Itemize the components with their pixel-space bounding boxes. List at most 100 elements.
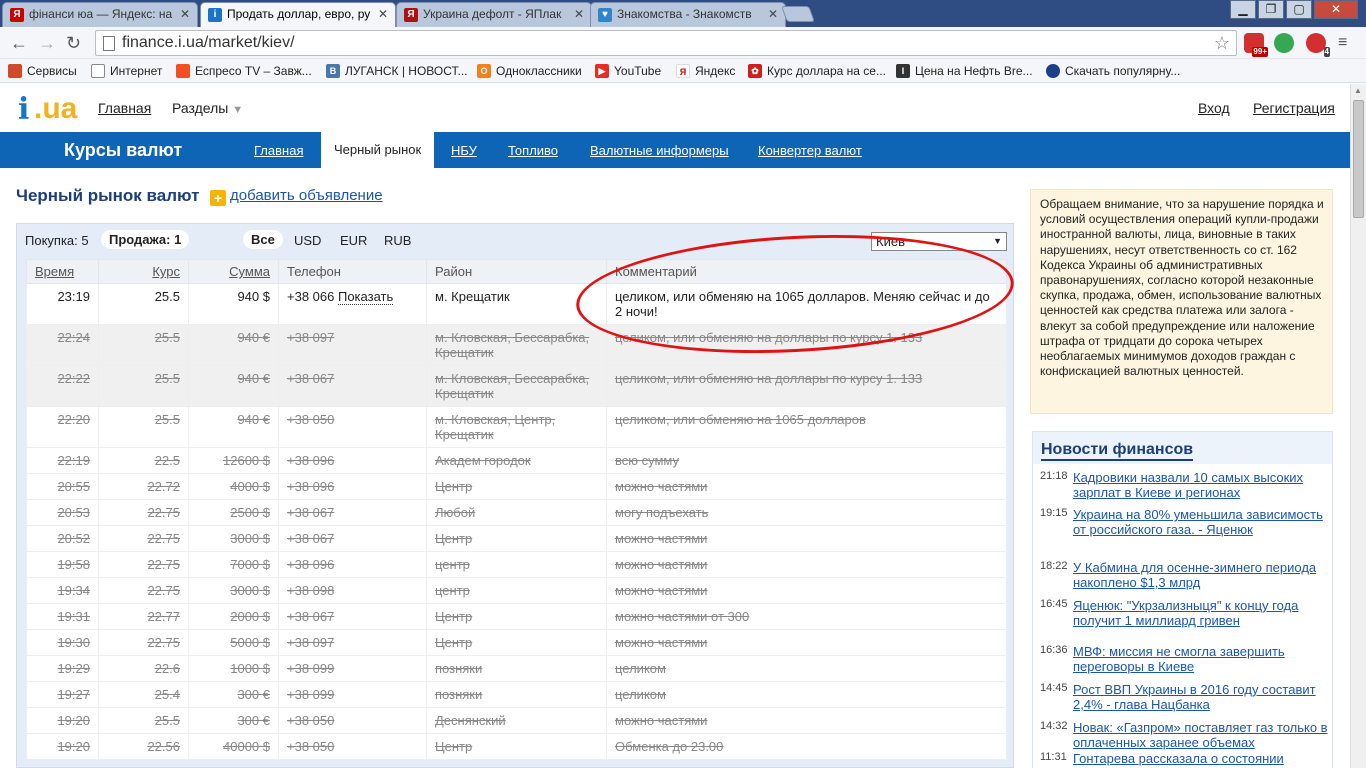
tab-title: Знакомства - Знакомств bbox=[617, 7, 752, 21]
extension-mail-icon[interactable]: 99+ bbox=[1244, 33, 1268, 57]
back-icon[interactable]: ← bbox=[10, 33, 28, 53]
currency-filter-all[interactable]: Все bbox=[243, 230, 283, 249]
scrollbar-thumb[interactable] bbox=[1353, 100, 1364, 218]
add-ad-link[interactable]: добавить объявление bbox=[230, 187, 383, 204]
bookmark-item[interactable]: Я Яндекс bbox=[676, 63, 735, 79]
table-row[interactable]: 20:53 22.75 2500 $ +38 067 Любой могу подъеха… bbox=[26, 499, 1007, 526]
cell-time: 23:19 bbox=[26, 283, 99, 325]
maximize-icon[interactable]: ▢ bbox=[1286, 0, 1312, 19]
tab-fuel[interactable]: Топливо bbox=[508, 143, 558, 158]
nav-main-link[interactable]: Главная bbox=[98, 100, 151, 116]
table-row[interactable]: 22:19 22.5 12600 $ +38 096 Академ городок всю… bbox=[26, 447, 1007, 474]
table-row[interactable]: 19:58 22.75 7000 $ +38 096 центр можно частям… bbox=[26, 551, 1007, 578]
news-link[interactable]: Кадровики назвали 10 самых высоких зарпл… bbox=[1073, 470, 1331, 500]
bookmark-label: ЛУГАНСК | НОВОСТ... bbox=[345, 64, 468, 78]
table-row[interactable]: 22:22 25.5 940 € +38 067 м. Кловская, Бессар… bbox=[26, 365, 1007, 407]
table-row[interactable]: 19:20 25.5 300 € +38 050 Деснянский можно час… bbox=[26, 707, 1007, 734]
tab-informers[interactable]: Валютные информеры bbox=[590, 143, 729, 158]
tab-converter[interactable]: Конвертер валют bbox=[758, 143, 862, 158]
table-row[interactable]: 19:31 22.77 2000 $ +38 067 Центр можно частям… bbox=[26, 603, 1007, 630]
site-logo[interactable]: i .ua bbox=[18, 92, 78, 128]
bookmark-star-icon[interactable]: ☆ bbox=[1214, 31, 1230, 55]
register-link[interactable]: Регистрация bbox=[1253, 100, 1335, 116]
bookmark-item[interactable]: Сервисы bbox=[8, 63, 77, 79]
table-row[interactable]: 20:52 22.75 3000 $ +38 067 Центр можно частям… bbox=[26, 525, 1007, 552]
browser-tab-4[interactable]: ♥ Знакомства - Знакомств ✕ bbox=[590, 2, 786, 27]
news-link[interactable]: Новак: «Газпром» поставляет газ только в… bbox=[1073, 720, 1331, 750]
browser-toolbar: ← → ↻ finance.i.ua/market/kiev/ ☆ 99+ 4 … bbox=[0, 27, 1366, 59]
bookmark-item[interactable]: B ЛУГАНСК | НОВОСТ... bbox=[326, 63, 468, 79]
table-row[interactable]: 19:34 22.75 3000 $ +38 098 центр можно частям… bbox=[26, 577, 1007, 604]
column-header-rate[interactable]: Курс bbox=[98, 259, 189, 284]
news-link[interactable]: Яценюк: "Укрзализныця" к концу года полу… bbox=[1073, 598, 1331, 628]
city-select[interactable]: Киев ▼ bbox=[871, 232, 1007, 251]
browser-tab-strip: Я фінанси юа — Яндекс: на ✕ i Продать до… bbox=[0, 0, 1366, 27]
cell-comment: можно частями bbox=[606, 473, 1007, 500]
cell-time: 22:22 bbox=[26, 365, 99, 407]
menu-icon[interactable]: ≡ bbox=[1338, 33, 1347, 53]
column-header-sum[interactable]: Сумма bbox=[188, 259, 279, 284]
window-restore-icon[interactable]: ❐ bbox=[1258, 0, 1284, 19]
show-phone-link[interactable]: Показать bbox=[337, 289, 394, 305]
nav-sections-menu[interactable]: Разделы ▼ bbox=[172, 100, 243, 116]
table-row[interactable]: 23:19 25.5 940 $ +38 066 Показать м. Крещати… bbox=[26, 283, 1007, 325]
table-row[interactable]: 19:30 22.75 5000 $ +38 097 Центр можно частям… bbox=[26, 629, 1007, 656]
bookmark-item[interactable]: Интернет bbox=[91, 63, 162, 79]
browser-tab-2[interactable]: i Продать доллар, евро, ру ✕ bbox=[200, 2, 396, 27]
column-label: Время bbox=[35, 264, 75, 279]
news-link[interactable]: Гонтарева рассказала о состоянии bbox=[1073, 751, 1331, 766]
news-link[interactable]: Рост ВВП Украины в 2016 году составит 2,… bbox=[1073, 682, 1331, 712]
tab-main[interactable]: Главная bbox=[254, 143, 303, 158]
news-link[interactable]: МВФ: миссия не смогла завершить перегово… bbox=[1073, 644, 1331, 674]
currency-filter-eur[interactable]: EUR bbox=[340, 233, 367, 248]
forward-icon[interactable]: → bbox=[38, 33, 56, 53]
bookmark-item[interactable]: ▶ YouTube bbox=[595, 63, 661, 79]
news-link[interactable]: Украина на 80% уменьшила зависимость от … bbox=[1073, 507, 1331, 537]
table-row[interactable]: 19:29 22.6 1000 $ +38 099 позняки целиком bbox=[26, 655, 1007, 682]
bookmark-item[interactable]: Скачать популярну... bbox=[1046, 63, 1180, 79]
browser-tab-1[interactable]: Я фінанси юа — Яндекс: на ✕ bbox=[2, 2, 198, 27]
extension-adblock-icon[interactable]: 4 bbox=[1306, 33, 1330, 57]
close-icon[interactable]: ✕ bbox=[574, 3, 584, 26]
news-time: 16:36 bbox=[1040, 644, 1068, 656]
news-title[interactable]: Новости финансов bbox=[1041, 441, 1194, 461]
table-row[interactable]: 19:20 22.56 40000 $ +38 050 Центр Обменка до … bbox=[26, 733, 1007, 760]
reload-icon[interactable]: ↻ bbox=[66, 33, 81, 53]
close-icon[interactable]: ✕ bbox=[180, 3, 190, 26]
table-row[interactable]: 20:55 22.72 4000 $ +38 096 Центр можно частям… bbox=[26, 473, 1007, 500]
cell-value: можно частями bbox=[615, 531, 708, 546]
table-row[interactable]: 19:27 25.4 300 € +38 099 позняки целиком bbox=[26, 681, 1007, 708]
table-row[interactable]: 22:20 25.5 940 € +38 050 м. Кловская, Центр,… bbox=[26, 406, 1007, 448]
cell-district: м. Кловская, Бессарабка, Крещатик bbox=[426, 324, 607, 366]
cell-value: м. Кловская, Бессарабка, Крещатик bbox=[435, 371, 590, 401]
tab-nbu[interactable]: НБУ bbox=[451, 143, 477, 158]
cell-time: 20:55 bbox=[26, 473, 99, 500]
column-header-time[interactable]: Время bbox=[26, 259, 99, 284]
plus-icon[interactable]: + bbox=[210, 190, 226, 206]
buy-filter[interactable]: Покупка: 5 bbox=[25, 233, 89, 248]
bookmark-item[interactable]: ✿ Курс доллара на се... bbox=[748, 63, 886, 79]
browser-tab-3[interactable]: Я Украина дефолт - ЯПлак ✕ bbox=[396, 2, 592, 27]
bookmark-item[interactable]: I Цена на Нефть Bre... bbox=[896, 63, 1033, 79]
table-row[interactable]: 22:24 25.5 940 € +38 097 м. Кловская, Бессар… bbox=[26, 324, 1007, 366]
window-close-icon[interactable]: ✕ bbox=[1314, 0, 1358, 19]
extension-green-icon[interactable] bbox=[1274, 33, 1294, 53]
login-link[interactable]: Вход bbox=[1198, 100, 1230, 116]
close-icon[interactable]: ✕ bbox=[768, 3, 778, 26]
close-icon[interactable]: ✕ bbox=[378, 3, 388, 26]
tab-black-market[interactable]: Черный рынок bbox=[321, 132, 435, 170]
currency-filter-rub[interactable]: RUB bbox=[384, 233, 411, 248]
cell-phone: +38 050 bbox=[278, 707, 427, 734]
rates-table: Время Курс Сумма Телефон Район Комментар… bbox=[26, 259, 1007, 760]
page-scrollbar[interactable]: ▲ bbox=[1350, 84, 1366, 768]
address-bar[interactable]: finance.i.ua/market/kiev/ ☆ bbox=[95, 30, 1237, 56]
news-link[interactable]: У Кабмина для осенне-зимнего периода нак… bbox=[1073, 560, 1331, 590]
minimize-icon[interactable]: ▁ bbox=[1230, 0, 1256, 19]
bookmark-item[interactable]: Еспресо TV – Завж... bbox=[176, 63, 312, 79]
currency-filter-usd[interactable]: USD bbox=[294, 233, 321, 248]
sell-filter[interactable]: Продажа: 1 bbox=[101, 230, 190, 249]
scroll-up-icon[interactable]: ▲ bbox=[1354, 86, 1362, 95]
chevron-down-icon: ▼ bbox=[993, 236, 1002, 246]
new-tab-button[interactable] bbox=[781, 6, 815, 22]
bookmark-item[interactable]: O Одноклассники bbox=[477, 63, 582, 79]
